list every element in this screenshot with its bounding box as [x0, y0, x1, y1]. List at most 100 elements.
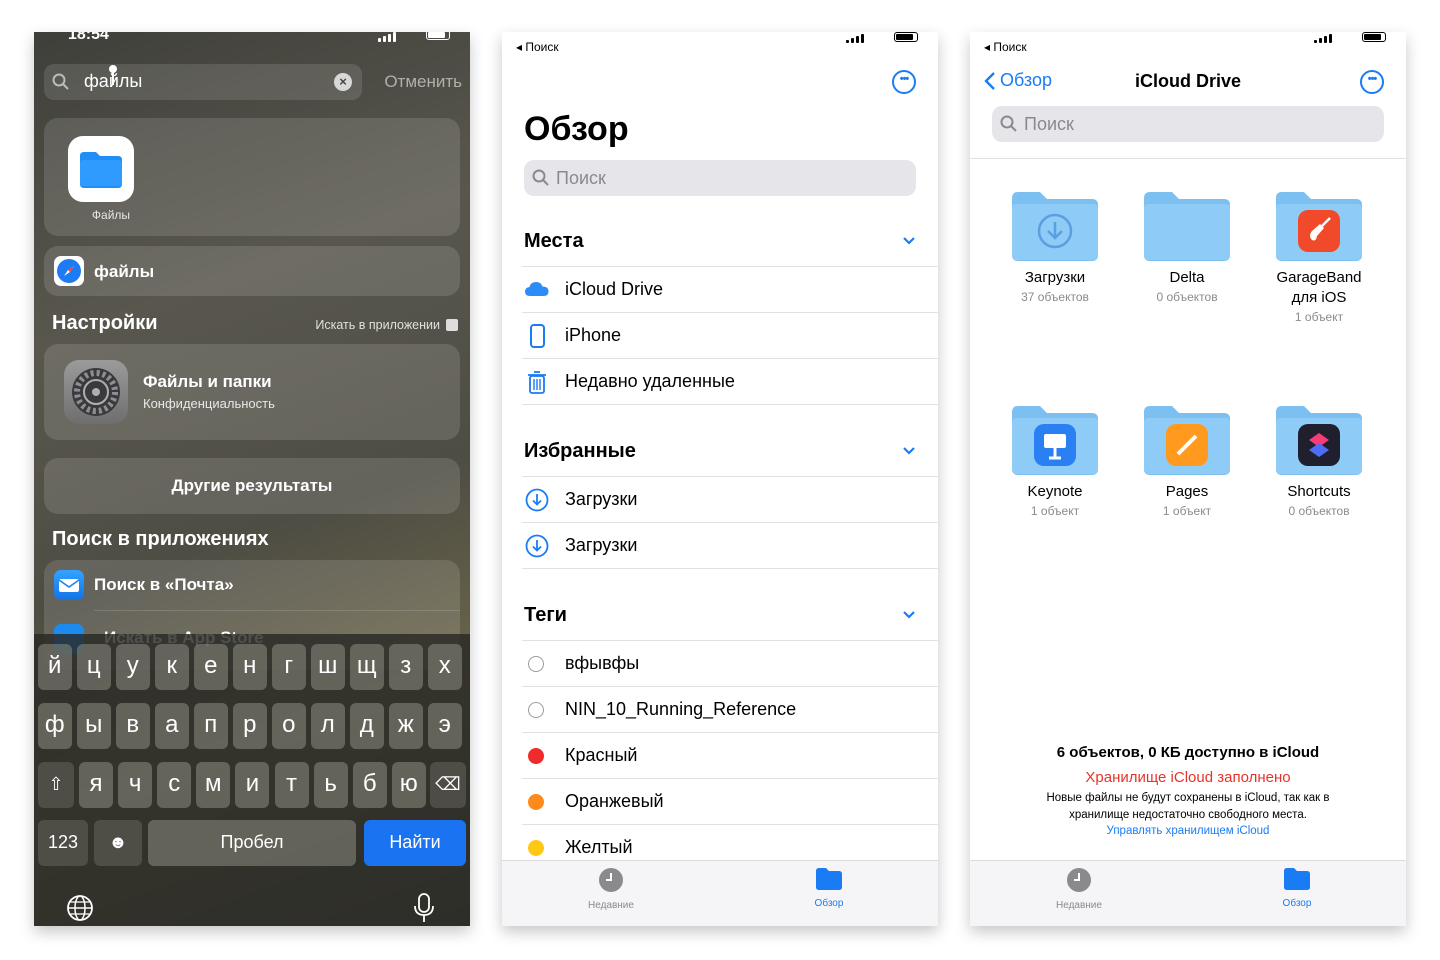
tag-label: Оранжевый [565, 791, 664, 811]
folder-item[interactable]: Keynote 1 объект [990, 404, 1120, 518]
more-options-icon[interactable] [1360, 70, 1384, 94]
microphone-icon[interactable] [412, 892, 436, 924]
tab-browse[interactable]: Обзор [784, 867, 874, 909]
mail-search-row[interactable]: Поиск в «Почта» [94, 575, 234, 595]
key-row2-0[interactable]: ф [38, 703, 72, 749]
tag-row[interactable]: Красный [522, 732, 938, 778]
key-row3-3[interactable]: м [196, 762, 231, 808]
key-row1-5[interactable]: н [233, 644, 267, 690]
garageband-icon [1298, 210, 1340, 252]
key-row2-2[interactable]: в [116, 703, 150, 749]
icloud-search-field[interactable]: Поиск [992, 106, 1384, 142]
search-placeholder: Поиск [556, 168, 606, 188]
folder-item-count: 0 объектов [1288, 504, 1350, 518]
files-app-icon[interactable] [68, 136, 134, 202]
manage-storage-link[interactable]: Управлять хранилищем iCloud [970, 825, 1406, 837]
folder-item[interactable]: Delta 0 объектов [1122, 190, 1252, 304]
tags-header[interactable]: Теги [524, 604, 567, 627]
clock-icon [599, 868, 623, 892]
tag-label: вфывфы [565, 653, 640, 673]
search-icon [1000, 115, 1017, 132]
key-row3-8[interactable]: ю [391, 762, 426, 808]
tag-color-dot [528, 794, 544, 810]
numbers-key[interactable]: 123 [38, 820, 88, 866]
search-in-app-link[interactable]: Искать в приложении [315, 318, 458, 332]
favorites-header[interactable]: Избранные [524, 440, 636, 463]
top-hit-card: Файлы [44, 118, 460, 236]
storage-note: Новые файлы не будут сохранены в iCloud,… [1046, 792, 1330, 821]
tab-bar: Недавние Обзор [970, 860, 1406, 926]
key-row2-5[interactable]: р [233, 703, 267, 749]
chevron-down-icon[interactable] [902, 446, 916, 456]
key-row1-6[interactable]: г [272, 644, 306, 690]
tag-row[interactable]: Оранжевый [522, 778, 938, 824]
key-row2-8[interactable]: д [350, 703, 384, 749]
space-key[interactable]: Пробел [148, 820, 356, 866]
key-row3-1[interactable]: ч [118, 762, 153, 808]
chevron-down-icon[interactable] [902, 610, 916, 620]
folder-item[interactable]: Pages 1 объект [1122, 404, 1252, 518]
key-row1-3[interactable]: к [155, 644, 189, 690]
browse-search-field[interactable]: Поиск [524, 160, 916, 196]
shift-key[interactable]: ⇧ [38, 762, 74, 808]
safari-suggestion-row[interactable]: файлы [44, 246, 460, 296]
folder-item[interactable]: Загрузки 37 объектов [990, 190, 1120, 304]
emoji-key[interactable]: ☻ [94, 820, 142, 866]
locations-header[interactable]: Места [524, 230, 584, 253]
key-row3-7[interactable]: б [352, 762, 387, 808]
spotlight-search-field[interactable]: файлы × [44, 64, 362, 100]
key-row3-4[interactable]: и [235, 762, 270, 808]
other-results-button[interactable]: Другие результаты [44, 458, 460, 514]
tab-recents-label: Недавние [1056, 900, 1102, 911]
key-row1-2[interactable]: у [116, 644, 150, 690]
back-to-search-link[interactable]: ◂ Поиск [516, 40, 559, 54]
key-row1-4[interactable]: е [194, 644, 228, 690]
key-row1-0[interactable]: й [38, 644, 72, 690]
folder-item[interactable]: GarageBand для iOS 1 объект [1254, 190, 1384, 324]
key-row1-10[interactable]: х [428, 644, 462, 690]
find-key[interactable]: Найти [364, 820, 466, 866]
apps-search-header: Поиск в приложениях [52, 528, 269, 550]
tab-browse[interactable]: Обзор [1252, 867, 1342, 909]
key-row2-9[interactable]: ж [389, 703, 423, 749]
key-row2-7[interactable]: л [311, 703, 345, 749]
key-row2-10[interactable]: э [428, 703, 462, 749]
folder-icon [816, 868, 842, 890]
text-selection-handles[interactable] [108, 65, 122, 105]
key-row1-7[interactable]: ш [311, 644, 345, 690]
location-recently-deleted[interactable]: Недавно удаленные [522, 358, 938, 404]
key-row1-9[interactable]: з [389, 644, 423, 690]
key-row1-1[interactable]: ц [77, 644, 111, 690]
key-row3-6[interactable]: ь [313, 762, 348, 808]
tab-recents[interactable]: Недавние [1034, 867, 1124, 911]
key-row3-0[interactable]: я [79, 762, 113, 808]
backspace-key[interactable]: ⌫ [430, 762, 466, 808]
tag-row[interactable]: NIN_10_Running_Reference [522, 686, 938, 732]
key-row2-1[interactable]: ы [77, 703, 111, 749]
back-to-search-link[interactable]: ◂ Поиск [984, 40, 1027, 54]
clear-icon[interactable]: × [334, 73, 352, 91]
key-row2-3[interactable]: а [155, 703, 189, 749]
favorite-downloads[interactable]: Загрузки [522, 476, 938, 522]
other-results-label: Другие результаты [171, 476, 333, 495]
key-row2-4[interactable]: п [194, 703, 228, 749]
folder-item[interactable]: Shortcuts 0 объектов [1254, 404, 1384, 518]
tab-recents[interactable]: Недавние [566, 867, 656, 911]
tag-row[interactable]: вфывфы [522, 640, 938, 686]
cancel-button[interactable]: Отменить [384, 72, 462, 92]
iphone-icon [530, 324, 545, 348]
key-row1-8[interactable]: щ [350, 644, 384, 690]
favorite-downloads[interactable]: Загрузки [522, 522, 938, 568]
folder-item-count: 0 объектов [1156, 290, 1218, 304]
chevron-down-icon[interactable] [902, 236, 916, 246]
folder-item-count: 37 объектов [1021, 290, 1089, 304]
key-row3-5[interactable]: т [274, 762, 309, 808]
location-icloud-drive[interactable]: iCloud Drive [522, 266, 938, 312]
globe-icon[interactable] [66, 894, 94, 922]
settings-result-card[interactable]: Файлы и папки Конфиденциальность [44, 344, 460, 440]
key-row2-6[interactable]: о [272, 703, 306, 749]
key-row3-2[interactable]: с [157, 762, 192, 808]
battery-icon [1362, 32, 1386, 42]
location-iphone[interactable]: iPhone [522, 312, 938, 358]
more-options-icon[interactable] [892, 70, 916, 94]
